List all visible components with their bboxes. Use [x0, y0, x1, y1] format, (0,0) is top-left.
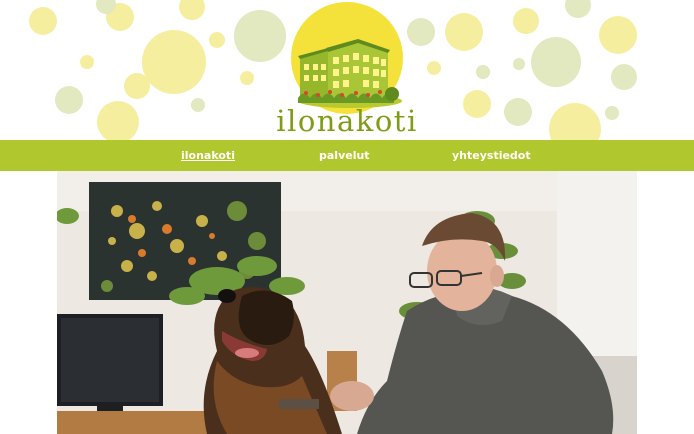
- nav-item-palvelut[interactable]: palvelut: [319, 140, 370, 171]
- brand-name: ilonakoti: [276, 104, 418, 138]
- hero-image: [57, 171, 637, 434]
- building-icon: [291, 2, 403, 114]
- nav-item-yhteystiedot[interactable]: yhteystiedot: [452, 140, 531, 171]
- hero-photo: [57, 171, 637, 434]
- site-header: ilonakoti: [0, 0, 694, 140]
- main-nav: ilonakoti palvelut yhteystiedot: [0, 140, 694, 171]
- nav-item-ilonakoti[interactable]: ilonakoti: [181, 140, 235, 171]
